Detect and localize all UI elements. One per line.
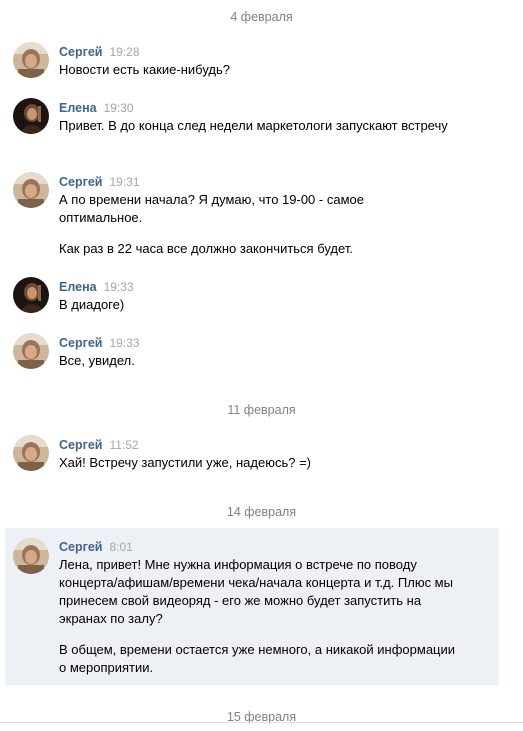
message-item[interactable]: Сергей 19:33 Все, увидел. xyxy=(0,331,523,375)
avatar-elena-icon[interactable] xyxy=(13,277,49,313)
message-item[interactable]: Сергей 11:52 Хай! Встречу запустили уже, … xyxy=(0,433,523,477)
message-feed: 4 февраля Сергей 19:28 Новости есть какие… xyxy=(0,0,523,731)
message-item-highlighted[interactable]: Сергей 8:01 Лена, привет! Мне нужна инфор… xyxy=(5,528,499,685)
message-time: 19:33 xyxy=(103,280,134,294)
composer-divider xyxy=(0,722,523,723)
message-author[interactable]: Сергей 19:31 xyxy=(59,174,140,190)
message-text: Новости есть какие-нибудь? xyxy=(59,62,230,77)
message-item[interactable]: Сергей 19:28 Новости есть какие-нибудь? xyxy=(0,40,523,84)
avatar-sergey-icon[interactable] xyxy=(13,172,49,208)
date-separator-feb-14: 14 февраля xyxy=(226,505,297,519)
avatar-sergey-icon[interactable] xyxy=(13,435,49,471)
message-time: 19:31 xyxy=(109,175,140,189)
message-time: 19:28 xyxy=(109,45,140,59)
message-author[interactable]: Сергей 19:33 xyxy=(59,335,140,351)
date-separator-feb-11: 11 февраля xyxy=(227,403,296,417)
message-time: 11:52 xyxy=(109,438,139,452)
message-text: В диадоге) xyxy=(59,297,125,312)
message-time: 8:01 xyxy=(109,540,133,554)
message-item[interactable]: Сергей 19:31 А по времени начала? Я думаю… xyxy=(0,170,523,260)
message-author[interactable]: Сергей 19:28 xyxy=(59,44,140,60)
message-item[interactable]: Елена 19:30 Привет. В до конца след недел… xyxy=(0,96,523,156)
date-separator-feb-4: 4 февраля xyxy=(230,10,293,24)
message-text: Лена, привет! Мне нужна информация о вст… xyxy=(59,557,456,675)
message-text: А по времени начала? Я думаю, что 19-00 … xyxy=(59,192,364,256)
message-author[interactable]: Елена 19:30 xyxy=(59,100,134,116)
message-text: Хай! Встречу запустили уже, надеюсь? =) xyxy=(59,455,311,470)
message-time: 19:30 xyxy=(103,101,134,115)
message-item[interactable]: Елена 19:33 В диадоге) xyxy=(0,275,523,319)
avatar-sergey-icon[interactable] xyxy=(13,538,49,574)
avatar-sergey-icon[interactable] xyxy=(13,42,49,78)
message-text: Привет. В до конца след недели маркетоло… xyxy=(59,118,448,133)
avatar-sergey-icon[interactable] xyxy=(13,333,49,369)
avatar-elena-icon[interactable] xyxy=(13,98,49,134)
message-author[interactable]: Елена 19:33 xyxy=(59,279,134,295)
message-author[interactable]: Сергей 11:52 xyxy=(59,437,139,453)
message-text: Все, увидел. xyxy=(59,353,135,368)
message-author[interactable]: Сергей 8:01 xyxy=(59,539,133,555)
message-time: 19:33 xyxy=(109,336,140,350)
